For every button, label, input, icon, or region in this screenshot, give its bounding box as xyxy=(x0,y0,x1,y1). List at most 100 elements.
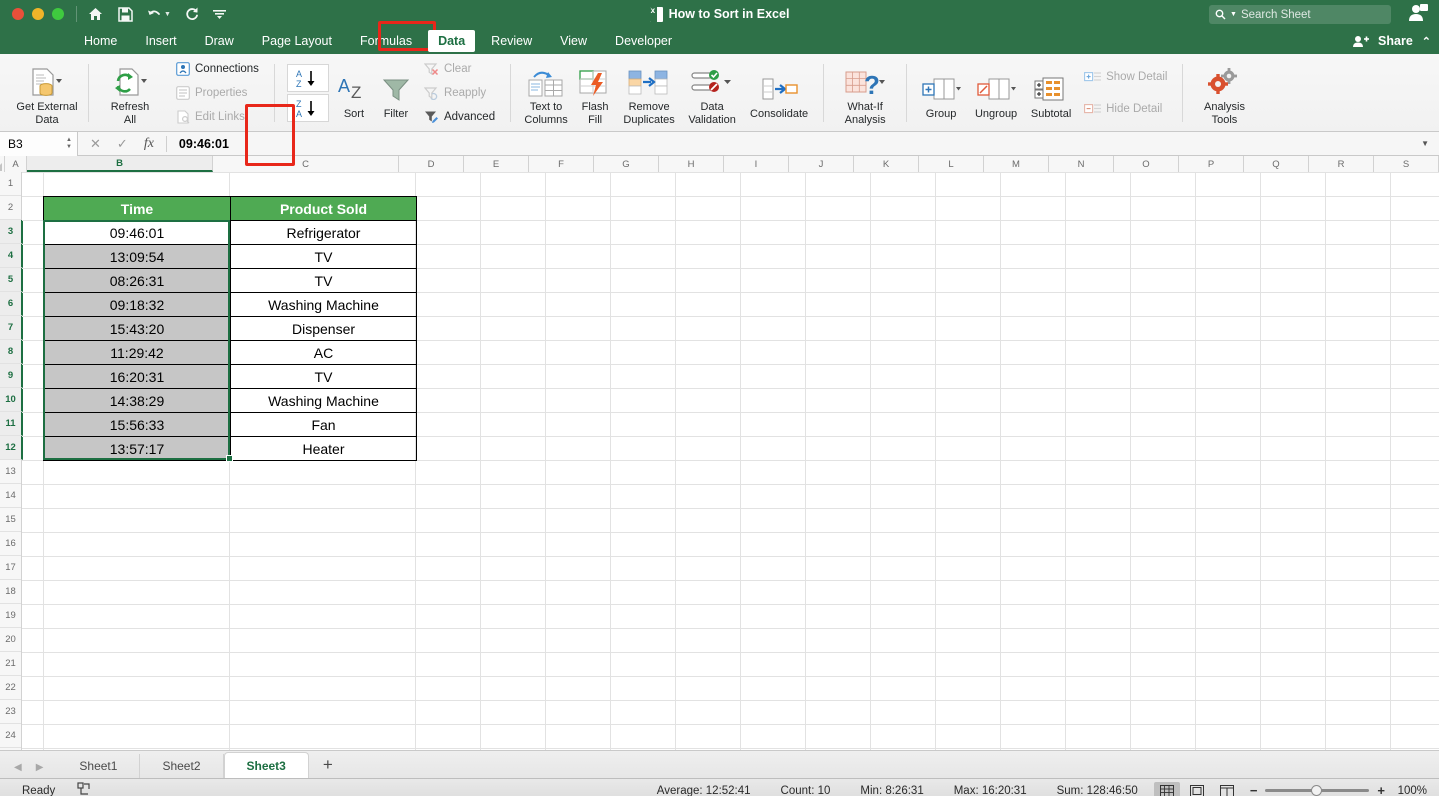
row-header-21[interactable]: 21 xyxy=(0,652,21,676)
add-sheet-button[interactable]: + xyxy=(309,755,347,778)
cell-time[interactable]: 11:29:42 xyxy=(43,340,231,365)
data-validation-button[interactable]: Data Validation xyxy=(681,60,743,126)
name-box[interactable]: B3 ▲ ▼ xyxy=(0,131,78,156)
tab-insert[interactable]: Insert xyxy=(131,28,190,54)
group-button[interactable]: Group xyxy=(915,67,967,120)
flash-fill-button[interactable]: Flash Fill xyxy=(573,60,617,126)
cell-product[interactable]: Refrigerator xyxy=(230,220,417,245)
row-header-13[interactable]: 13 xyxy=(0,460,21,484)
analysis-tools-button[interactable]: Analysis Tools xyxy=(1191,60,1257,126)
column-header-D[interactable]: D xyxy=(399,156,464,172)
search-input[interactable]: Search Sheet xyxy=(1241,9,1311,21)
tab-draw[interactable]: Draw xyxy=(191,28,248,54)
search-sheet-box[interactable]: ▼ Search Sheet xyxy=(1209,5,1391,24)
undo-dropdown-icon[interactable]: ▼ xyxy=(164,11,171,18)
column-header-I[interactable]: I xyxy=(724,156,789,172)
save-icon[interactable] xyxy=(118,6,133,22)
sheet-tab-sheet2[interactable]: Sheet2 xyxy=(140,754,224,778)
remove-duplicates-button[interactable]: Remove Duplicates xyxy=(617,60,681,126)
close-window-button[interactable] xyxy=(12,8,24,20)
row-header-14[interactable]: 14 xyxy=(0,484,21,508)
column-header-A[interactable]: A xyxy=(5,156,27,172)
edit-links-button[interactable]: Edit Links xyxy=(173,107,262,127)
row-header-8[interactable]: 8 xyxy=(0,340,23,364)
properties-button[interactable]: Properties xyxy=(173,83,262,103)
row-header-18[interactable]: 18 xyxy=(0,580,21,604)
home-icon[interactable] xyxy=(87,6,104,22)
column-header-N[interactable]: N xyxy=(1049,156,1114,172)
cell-product[interactable]: Heater xyxy=(230,436,417,461)
minimize-window-button[interactable] xyxy=(32,8,44,20)
column-header-G[interactable]: G xyxy=(594,156,659,172)
prev-sheet-icon[interactable]: ◀ xyxy=(14,762,22,773)
cell-time[interactable]: 13:09:54 xyxy=(43,244,231,269)
cell-product[interactable]: TV xyxy=(230,364,417,389)
spreadsheet-grid[interactable]: A B C D E F G H I J K L M N O P Q R S 12… xyxy=(0,156,1439,750)
row-header-25[interactable]: 25 xyxy=(0,748,21,750)
clear-filter-button[interactable]: Clear xyxy=(421,59,498,79)
show-detail-button[interactable]: Show Detail xyxy=(1081,67,1170,87)
row-header-4[interactable]: 4 xyxy=(0,244,23,268)
zoom-slider-knob[interactable] xyxy=(1311,785,1323,796)
row-header-12[interactable]: 12 xyxy=(0,436,23,460)
row-header-17[interactable]: 17 xyxy=(0,556,21,580)
expand-formula-bar-icon[interactable]: ▼ xyxy=(1421,139,1439,148)
reapply-filter-button[interactable]: Reapply xyxy=(421,83,498,103)
share-button-label[interactable]: Share xyxy=(1378,34,1413,48)
row-header-24[interactable]: 24 xyxy=(0,724,21,748)
customize-toolbar-icon[interactable] xyxy=(212,9,226,19)
cell-product[interactable]: AC xyxy=(230,340,417,365)
ribbon-tab-strip[interactable]: Home Insert Draw Page Layout Formulas Da… xyxy=(0,28,1439,54)
sheet-nav-arrows[interactable]: ◀ ▶ xyxy=(0,762,57,778)
search-scope-chevron-icon[interactable]: ▼ xyxy=(1230,11,1237,18)
cell-product[interactable]: Washing Machine xyxy=(230,292,417,317)
user-account-icon[interactable] xyxy=(1407,3,1429,28)
tab-review[interactable]: Review xyxy=(477,28,546,54)
table-row[interactable]: 15:56:33 Fan xyxy=(43,412,417,437)
selection-fill-handle[interactable] xyxy=(226,455,233,462)
cell-product[interactable]: Washing Machine xyxy=(230,388,417,413)
cell-product[interactable]: Dispenser xyxy=(230,316,417,341)
row-header-7[interactable]: 7 xyxy=(0,316,23,340)
row-header-2[interactable]: 2 xyxy=(0,196,21,220)
select-all-corner[interactable] xyxy=(0,156,5,172)
subtotal-button[interactable]: Subtotal xyxy=(1025,67,1077,120)
cell-time[interactable]: 09:46:01 xyxy=(43,220,231,245)
cell-time[interactable]: 15:56:33 xyxy=(43,412,231,437)
sort-dialog-button[interactable]: A Z Sort xyxy=(333,67,375,120)
column-header-H[interactable]: H xyxy=(659,156,724,172)
row-header-6[interactable]: 6 xyxy=(0,292,23,316)
column-header-P[interactable]: P xyxy=(1179,156,1244,172)
text-to-columns-button[interactable]: Text to Columns xyxy=(519,60,573,126)
table-row[interactable]: 11:29:42 AC xyxy=(43,340,417,365)
table-row[interactable]: 08:26:31 TV xyxy=(43,268,417,293)
column-header-F[interactable]: F xyxy=(529,156,594,172)
row-header-9[interactable]: 9 xyxy=(0,364,23,388)
cell-time[interactable]: 09:18:32 xyxy=(43,292,231,317)
maximize-window-button[interactable] xyxy=(52,8,64,20)
sort-descending-button[interactable]: Z A xyxy=(286,94,329,122)
column-header-K[interactable]: K xyxy=(854,156,919,172)
column-header-O[interactable]: O xyxy=(1114,156,1179,172)
tab-formulas[interactable]: Formulas xyxy=(346,28,426,54)
column-header-J[interactable]: J xyxy=(789,156,854,172)
zoom-in-button[interactable]: + xyxy=(1377,783,1385,796)
sort-ascending-button[interactable]: A Z xyxy=(286,64,329,92)
column-header-C[interactable]: C xyxy=(213,156,399,172)
connections-button[interactable]: Connections xyxy=(173,59,262,79)
name-box-stepper-icon[interactable]: ▲ ▼ xyxy=(66,137,72,150)
cell-product[interactable]: Fan xyxy=(230,412,417,437)
row-header-22[interactable]: 22 xyxy=(0,676,21,700)
table-row[interactable]: 09:18:32 Washing Machine xyxy=(43,292,417,317)
page-break-view-icon[interactable] xyxy=(1214,782,1240,796)
column-header-R[interactable]: R xyxy=(1309,156,1374,172)
window-controls[interactable] xyxy=(0,8,64,20)
column-header-M[interactable]: M xyxy=(984,156,1049,172)
row-header-10[interactable]: 10 xyxy=(0,388,23,412)
get-external-data-button[interactable]: Get External Data xyxy=(8,60,86,126)
tab-home[interactable]: Home xyxy=(70,28,131,54)
column-header-Q[interactable]: Q xyxy=(1244,156,1309,172)
row-header-1[interactable]: 1 xyxy=(0,172,21,196)
column-header-E[interactable]: E xyxy=(464,156,529,172)
page-layout-view-icon[interactable] xyxy=(1184,782,1210,796)
